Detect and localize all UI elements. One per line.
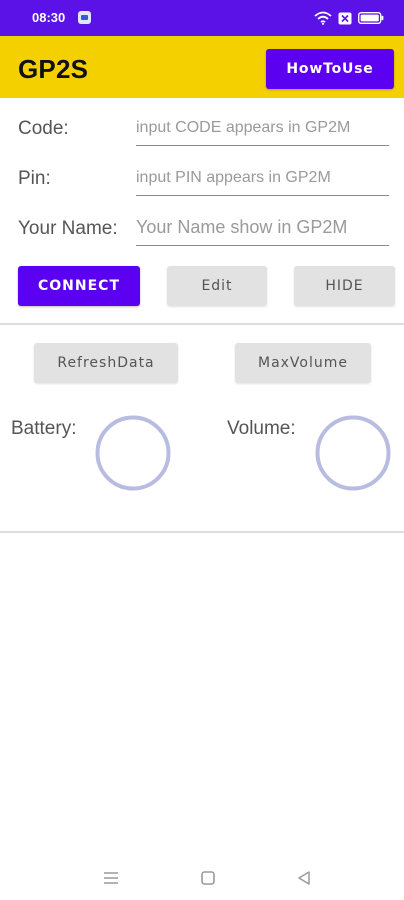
home-square-icon[interactable] [196,866,220,890]
wifi-icon [314,11,332,25]
notification-app-icon [78,11,91,24]
refresh-data-button[interactable]: RefreshData [34,343,178,383]
volume-label: Volume: [227,418,296,439]
divider-bottom [0,531,404,533]
max-volume-button[interactable]: MaxVolume [235,343,371,383]
code-label: Code: [18,118,69,139]
battery-gauge [95,415,171,491]
sim-x-icon [338,12,352,24]
status-time: 08:30 [32,10,66,25]
status-icons [314,10,384,26]
name-label: Your Name: [18,218,118,239]
menu-icon[interactable] [99,866,123,890]
app-title: GP2S [18,54,89,84]
back-triangle-icon[interactable] [292,866,316,890]
system-nav-bar [0,856,404,900]
connect-button[interactable]: CONNECT [18,266,140,306]
battery-icon [358,12,384,24]
battery-label: Battery: [11,418,77,439]
app-bar: GP2S HowToUse [0,36,404,98]
howtouse-button[interactable]: HowToUse [266,49,394,89]
code-input[interactable] [136,110,389,146]
pin-input[interactable] [136,160,389,196]
edit-button[interactable]: Edit [167,266,267,306]
volume-gauge [315,415,391,491]
status-bar: 08:30 [0,0,404,36]
hide-button[interactable]: HIDE [294,266,395,306]
name-input[interactable] [136,210,389,246]
divider-top [0,323,404,325]
pin-label: Pin: [18,168,51,189]
